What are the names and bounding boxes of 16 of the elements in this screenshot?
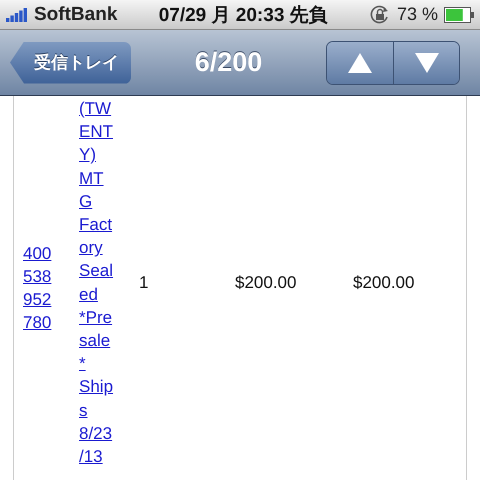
battery-percent: 73 %	[396, 4, 438, 25]
previous-button[interactable]	[327, 42, 393, 84]
next-button[interactable]	[393, 42, 459, 84]
battery-icon	[444, 6, 474, 22]
carrier-name: SoftBank	[34, 4, 118, 26]
rotation-lock-icon	[368, 4, 391, 24]
status-time: 07/29 月 20:33 先負	[158, 4, 329, 28]
price-cell-text: $200.00	[235, 272, 298, 294]
signal-icon	[6, 8, 28, 22]
up-arrow-icon	[347, 52, 373, 74]
total-cell-text: $200.00	[353, 272, 416, 294]
inbox-back-button[interactable]: 受信トレイ	[10, 42, 131, 84]
item-title-link[interactable]: (TW ENT Y) MT G Fact ory Seal ed *Pre sale * Ship s 8/23 /13	[79, 97, 139, 468]
quantity-cell-text: 1	[139, 272, 150, 294]
message-counter: 6/200	[194, 47, 264, 78]
down-arrow-icon	[414, 52, 440, 74]
